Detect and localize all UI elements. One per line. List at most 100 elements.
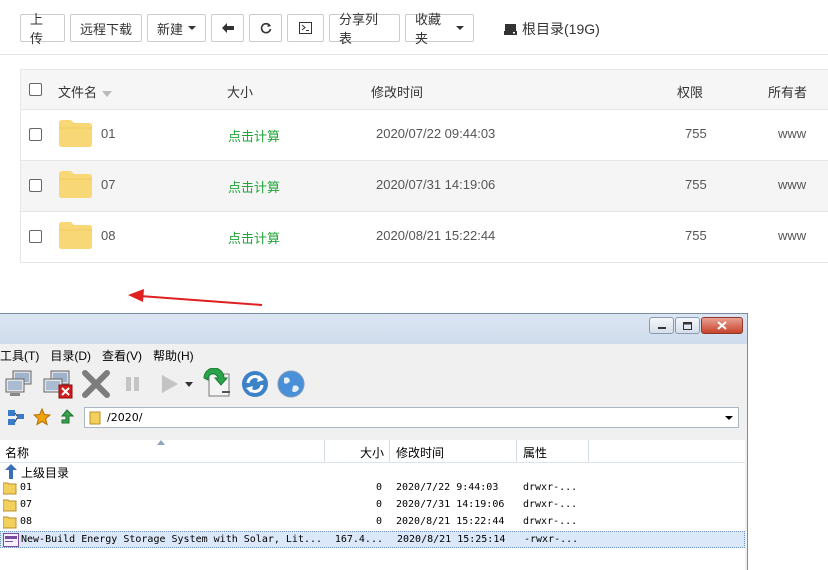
toolbar: 上传 远程下载 新建 分享列表 收藏夹 (20, 12, 479, 46)
file-table-header: 文件名 大小 修改时间 权限 所有者 (21, 70, 828, 110)
menu-bar: 工具(T) 目录(D) 查看(V) 帮助(H) (0, 345, 205, 365)
menu-help[interactable]: 帮助(H) (153, 347, 194, 364)
calculate-size-link[interactable]: 点击计算 (228, 126, 280, 145)
star-icon[interactable] (33, 408, 51, 426)
owner: www (778, 126, 807, 141)
parent-dir-label: 上级目录 (21, 466, 70, 480)
sort-down-icon (102, 90, 113, 97)
select-all-checkbox[interactable] (29, 83, 42, 96)
refresh-icon (260, 22, 271, 34)
table-row[interactable]: 07 点击计算 2020/07/31 14:19:06 755 www (21, 161, 828, 212)
download-icon[interactable] (200, 368, 234, 400)
column-header-mtime[interactable]: 修改时间 (371, 82, 423, 101)
list-item[interactable]: New-Build Energy Storage System with Sol… (0, 531, 745, 548)
modified-time: 2020/07/22 09:44:03 (376, 126, 496, 141)
window-controls (648, 317, 743, 334)
play-dropdown-icon[interactable] (184, 369, 194, 399)
title-bar (0, 314, 747, 344)
column-header-owner[interactable]: 所有者 (768, 82, 807, 101)
column-divider[interactable] (516, 440, 517, 462)
column-header-size[interactable]: 大小 (360, 444, 384, 461)
column-divider[interactable] (588, 440, 589, 462)
new-button[interactable]: 新建 (147, 14, 206, 42)
file-size: 0 (375, 516, 382, 527)
globe-icon[interactable] (276, 369, 306, 399)
list-item[interactable]: 01 0 2020/7/22 9:44:03 drwxr-... (0, 480, 745, 497)
permission[interactable]: 755 (685, 177, 707, 192)
caret-down-icon (188, 26, 196, 30)
modified-time: 2020/7/22 9:44:03 (396, 482, 499, 493)
remote-download-button[interactable]: 远程下载 (70, 14, 142, 42)
column-header-name[interactable]: 文件名 (58, 82, 113, 101)
file-table: 文件名 大小 修改时间 权限 所有者 01 点击计算 2020/07/22 09:4… (20, 69, 828, 263)
caret-down-icon (456, 26, 464, 30)
file-size: 0 (375, 499, 382, 510)
back-button[interactable] (211, 14, 244, 42)
list-item[interactable]: 08 0 2020/8/21 15:22:44 drwxr-... (0, 514, 745, 531)
terminal-button[interactable] (287, 14, 324, 42)
play-icon[interactable] (154, 369, 184, 399)
list-item-parent[interactable]: 上级目录 (0, 463, 745, 480)
column-header-perm[interactable]: 权限 (677, 82, 703, 101)
row-checkbox[interactable] (29, 230, 42, 243)
minimize-icon (657, 326, 666, 329)
list-item[interactable]: 07 0 2020/7/31 14:19:06 drwxr-... (0, 497, 745, 514)
column-header-size[interactable]: 大小 (227, 82, 253, 101)
column-header-name[interactable]: 名称 (5, 444, 29, 461)
list-header: 名称 大小 修改时间 属性 (0, 440, 745, 463)
chevron-down-icon[interactable] (725, 416, 733, 420)
modified-time: 2020/08/21 15:22:44 (376, 228, 496, 243)
folder-icon (3, 516, 17, 529)
ftp-toolbar (0, 366, 745, 402)
file-name[interactable]: 07 (101, 177, 115, 192)
menu-directory[interactable]: 目录(D) (50, 347, 91, 364)
column-divider[interactable] (324, 440, 325, 462)
table-row[interactable]: 01 点击计算 2020/07/22 09:44:03 755 www (21, 110, 828, 161)
menu-view[interactable]: 查看(V) (102, 347, 142, 364)
sitemap-icon[interactable] (7, 409, 25, 426)
file-icon (3, 533, 19, 547)
arrow-left-icon (221, 23, 234, 33)
pause-icon[interactable] (118, 369, 148, 399)
row-checkbox[interactable] (29, 179, 42, 192)
owner: www (778, 228, 807, 243)
go-up-icon[interactable] (58, 408, 76, 426)
folder-icon (59, 222, 92, 249)
minimize-button[interactable] (649, 317, 674, 334)
permission[interactable]: 755 (685, 126, 707, 141)
table-row[interactable]: 08 点击计算 2020/08/21 15:22:44 755 www (21, 212, 828, 263)
modified-time: 2020/7/31 14:19:06 (396, 499, 505, 510)
calculate-size-link[interactable]: 点击计算 (228, 177, 280, 196)
refresh-button[interactable] (249, 14, 282, 42)
column-divider[interactable] (389, 440, 390, 462)
ftp-client-window: 工具(T) 目录(D) 查看(V) 帮助(H) /2020/ 名称 大小 修改时… (0, 313, 748, 570)
favorites-button[interactable]: 收藏夹 (405, 12, 474, 46)
disconnect-icon[interactable] (42, 369, 74, 399)
attributes: drwxr-... (523, 482, 578, 493)
folder-icon (59, 120, 92, 147)
root-directory-label: 根目录(19G) (522, 21, 600, 37)
column-header-mtime[interactable]: 修改时间 (396, 444, 444, 461)
root-directory[interactable]: 根目录(19G) (504, 19, 600, 39)
menu-tools[interactable]: 工具(T) (0, 347, 39, 364)
column-header-attr[interactable]: 属性 (523, 444, 547, 461)
close-button[interactable] (701, 317, 743, 334)
file-name[interactable]: 08 (101, 228, 115, 243)
calculate-size-link[interactable]: 点击计算 (228, 228, 280, 247)
file-name[interactable]: 01 (101, 126, 115, 141)
row-checkbox[interactable] (29, 128, 42, 141)
path-input[interactable]: /2020/ (84, 407, 739, 428)
maximize-icon (683, 321, 692, 330)
permission[interactable]: 755 (685, 228, 707, 243)
upload-button[interactable]: 上传 (20, 12, 65, 46)
file-size: 167.4... (334, 534, 383, 545)
disk-icon (504, 23, 517, 35)
connect-icon[interactable] (4, 369, 36, 399)
path-bar: /2020/ (0, 406, 745, 430)
maximize-button[interactable] (675, 317, 700, 334)
sync-icon[interactable] (240, 369, 270, 399)
folder-icon (3, 482, 17, 495)
stop-icon[interactable] (80, 369, 112, 399)
modified-time: 2020/8/21 15:25:14 (397, 534, 506, 545)
share-list-button[interactable]: 分享列表 (329, 12, 400, 46)
